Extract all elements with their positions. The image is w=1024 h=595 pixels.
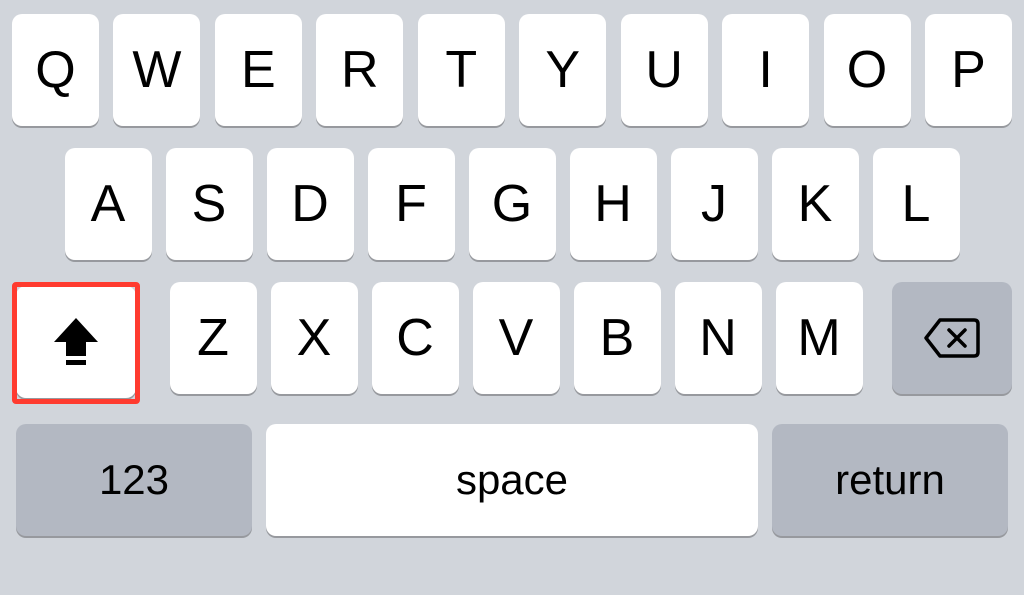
shift-key[interactable]	[16, 286, 136, 398]
return-key[interactable]: return	[772, 424, 1008, 536]
key-n[interactable]: N	[675, 282, 762, 394]
key-d[interactable]: D	[267, 148, 354, 260]
backspace-key[interactable]	[892, 282, 1012, 394]
key-e[interactable]: E	[215, 14, 302, 126]
key-x[interactable]: X	[271, 282, 358, 394]
key-j[interactable]: J	[671, 148, 758, 260]
key-l[interactable]: L	[873, 148, 960, 260]
keyboard-row-3: Z X C V B N M	[12, 282, 1012, 402]
key-i[interactable]: I	[722, 14, 809, 126]
key-h[interactable]: H	[570, 148, 657, 260]
key-q[interactable]: Q	[12, 14, 99, 126]
key-t[interactable]: T	[418, 14, 505, 126]
keyboard-row-4: 123 space return	[12, 424, 1012, 536]
shift-key-wrap	[12, 282, 140, 402]
numbers-key[interactable]: 123	[16, 424, 252, 536]
key-o[interactable]: O	[824, 14, 911, 126]
key-w[interactable]: W	[113, 14, 200, 126]
key-s[interactable]: S	[166, 148, 253, 260]
key-z[interactable]: Z	[170, 282, 257, 394]
key-f[interactable]: F	[368, 148, 455, 260]
keyboard-row-1: Q W E R T Y U I O P	[12, 14, 1012, 126]
key-u[interactable]: U	[621, 14, 708, 126]
key-v[interactable]: V	[473, 282, 560, 394]
key-m[interactable]: M	[776, 282, 863, 394]
key-g[interactable]: G	[469, 148, 556, 260]
space-key[interactable]: space	[266, 424, 758, 536]
shift-icon	[52, 316, 100, 368]
key-a[interactable]: A	[65, 148, 152, 260]
key-y[interactable]: Y	[519, 14, 606, 126]
backspace-icon	[924, 318, 980, 358]
keyboard-row-3-letters: Z X C V B N M	[170, 282, 863, 402]
key-k[interactable]: K	[772, 148, 859, 260]
key-c[interactable]: C	[372, 282, 459, 394]
key-p[interactable]: P	[925, 14, 1012, 126]
keyboard-row-2: A S D F G H J K L	[12, 148, 1012, 260]
key-r[interactable]: R	[316, 14, 403, 126]
key-b[interactable]: B	[574, 282, 661, 394]
